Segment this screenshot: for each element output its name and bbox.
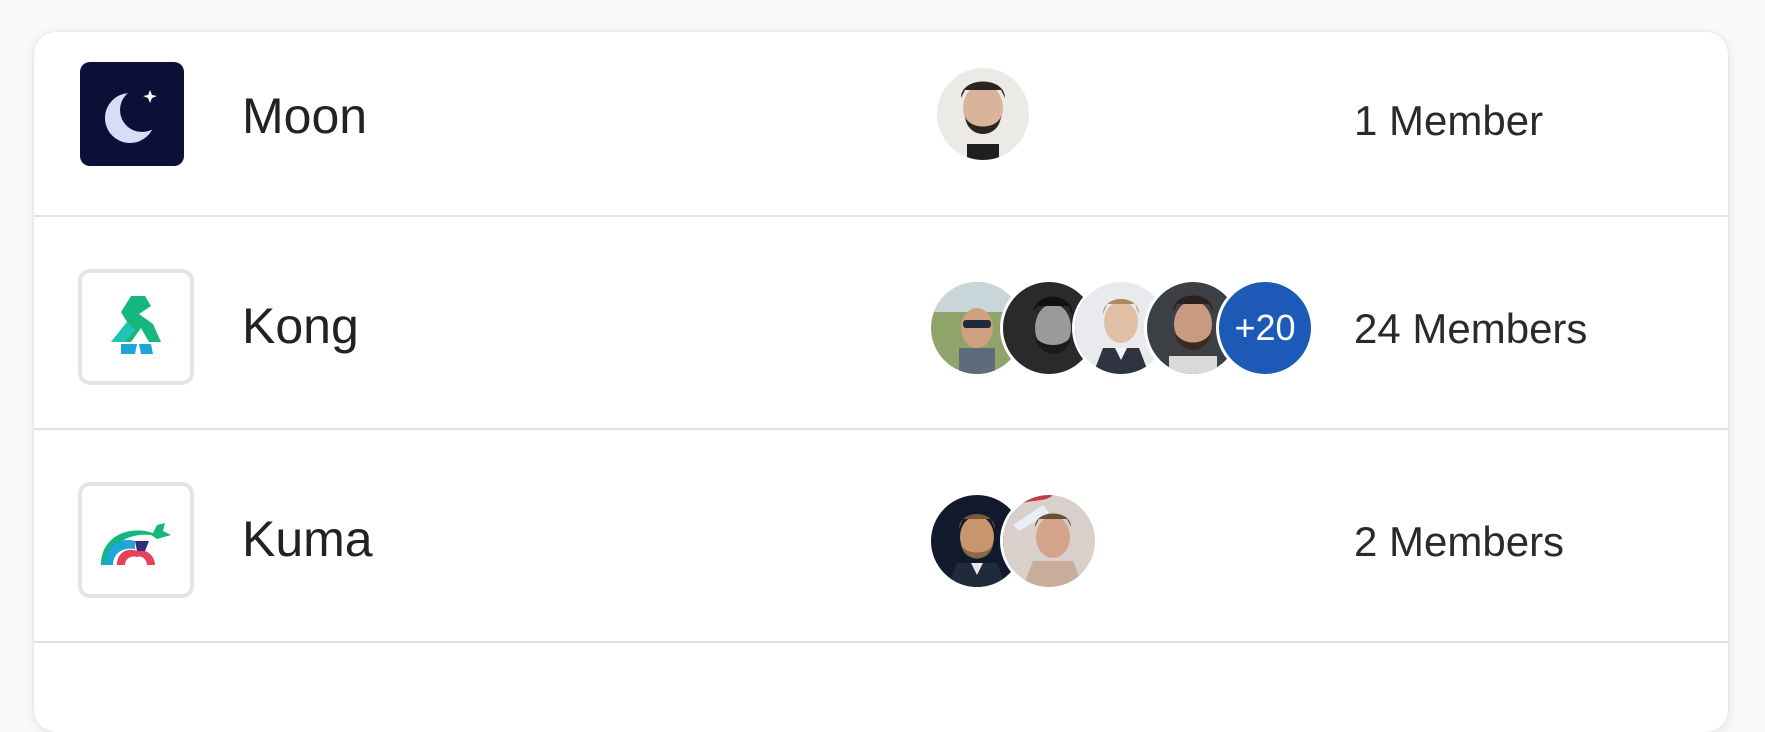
kong-logo-icon bbox=[78, 269, 194, 385]
team-name[interactable]: Moon bbox=[242, 87, 367, 145]
team-row-moon[interactable]: Moon 1 Member bbox=[34, 32, 1728, 217]
member-avatars[interactable] bbox=[928, 492, 1098, 590]
teams-list-card: Moon 1 Member Kong +20 24 Members Kuma 2… bbox=[34, 32, 1728, 732]
team-row-kuma[interactable]: Kuma 2 Members bbox=[34, 430, 1728, 643]
member-avatars[interactable] bbox=[934, 65, 1032, 163]
member-count: 24 Members bbox=[1354, 305, 1588, 352]
team-row-kong[interactable]: Kong +20 24 Members bbox=[34, 217, 1728, 430]
member-count: 1 Member bbox=[1354, 97, 1544, 144]
member-avatar[interactable] bbox=[934, 65, 1032, 163]
member-count: 2 Members bbox=[1354, 518, 1565, 565]
member-avatar[interactable] bbox=[1000, 492, 1098, 590]
team-name[interactable]: Kuma bbox=[242, 510, 373, 568]
member-avatars[interactable]: +20 bbox=[928, 279, 1314, 377]
kuma-logo-icon bbox=[78, 482, 194, 598]
more-members-badge[interactable]: +20 bbox=[1216, 279, 1314, 377]
team-name[interactable]: Kong bbox=[242, 297, 359, 355]
moon-logo-icon bbox=[80, 62, 184, 166]
